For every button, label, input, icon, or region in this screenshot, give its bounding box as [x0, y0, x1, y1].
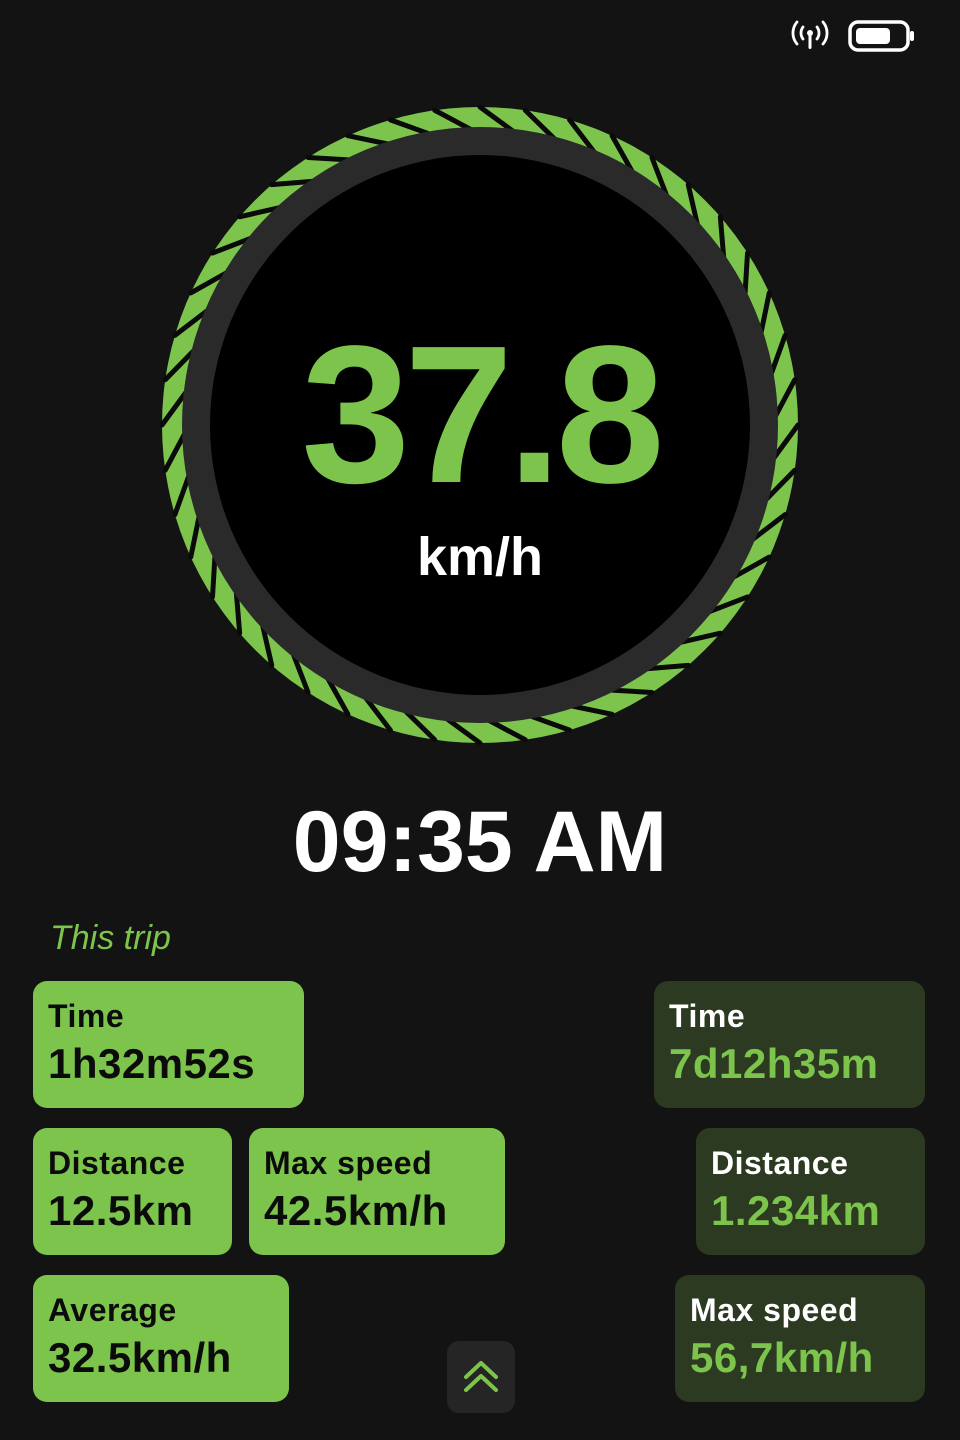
total-distance-card[interactable]: Distance 1.234km	[696, 1128, 925, 1255]
speed-value: 37.8	[301, 305, 664, 524]
trip-average-label: Average	[48, 1292, 177, 1328]
trip-time-card[interactable]: Time 1h32m52s	[33, 981, 304, 1108]
total-time-card[interactable]: Time 7d12h35m	[654, 981, 925, 1108]
dial-tread-stripe	[742, 250, 751, 296]
double-chevron-up-icon	[461, 1355, 501, 1400]
total-distance-value: 1.234km	[711, 1187, 881, 1234]
signal-icon	[790, 18, 830, 54]
trip-max-speed-card[interactable]: Max speed 42.5km/h	[249, 1128, 505, 1255]
status-bar	[790, 14, 916, 58]
trip-average-value: 32.5km/h	[48, 1334, 232, 1381]
total-max-speed-card[interactable]: Max speed 56,7km/h	[675, 1275, 925, 1402]
trip-average-card[interactable]: Average 32.5km/h	[33, 1275, 289, 1402]
total-time-value: 7d12h35m	[669, 1040, 879, 1087]
trip-distance-card[interactable]: Distance 12.5km	[33, 1128, 232, 1255]
speedometer-dial: 37.8 km/h	[160, 105, 800, 745]
total-distance-label: Distance	[711, 1145, 849, 1181]
total-max-speed-label: Max speed	[690, 1292, 859, 1328]
dial-tread-stripe	[609, 687, 655, 696]
trip-section-label: This trip	[50, 919, 171, 957]
trip-time-label: Time	[48, 998, 125, 1034]
trip-distance-label: Distance	[48, 1145, 186, 1181]
battery-icon	[848, 19, 916, 53]
trip-max-speed-value: 42.5km/h	[264, 1187, 448, 1234]
trip-max-speed-label: Max speed	[264, 1145, 433, 1181]
dial-tread-stripe	[305, 154, 351, 163]
trip-time-value: 1h32m52s	[48, 1040, 256, 1087]
trip-distance-value: 12.5km	[48, 1187, 194, 1234]
clock-time: 09:35 AM	[292, 794, 668, 890]
total-time-label: Time	[669, 998, 746, 1034]
speed-unit: km/h	[416, 527, 544, 587]
expand-button[interactable]	[447, 1341, 515, 1413]
total-max-speed-value: 56,7km/h	[690, 1334, 874, 1381]
